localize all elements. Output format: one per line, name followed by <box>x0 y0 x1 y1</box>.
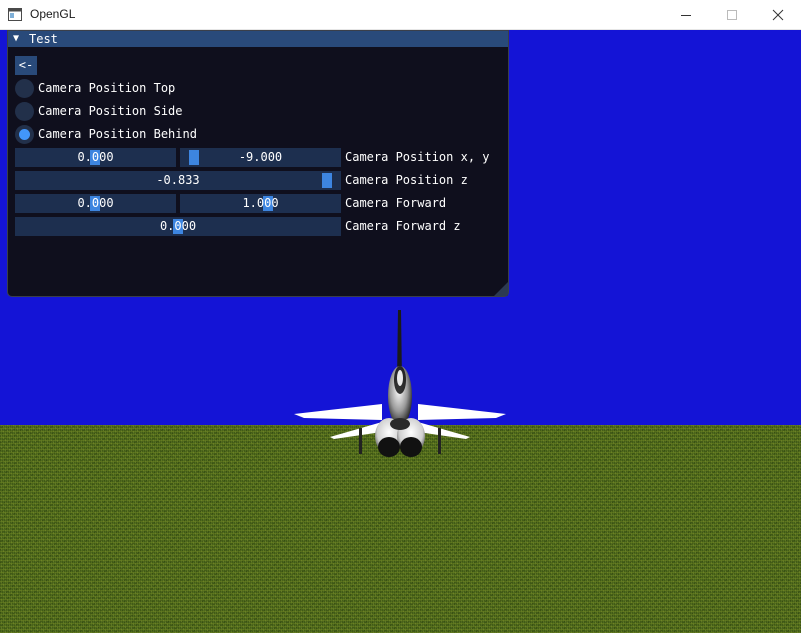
slider-camera-forward-z[interactable]: 0.000 <box>15 217 341 236</box>
label-camera-forward-z: Camera Forward z <box>345 219 461 233</box>
slider-value: 1.000 <box>242 196 279 210</box>
label-camera-position-xy: Camera Position x, y <box>345 150 490 164</box>
radio-selected-dot <box>19 129 30 140</box>
resize-grip[interactable] <box>494 282 508 296</box>
slider-camera-position-z[interactable]: -0.833 <box>15 171 341 190</box>
close-button[interactable] <box>755 0 801 30</box>
radio-camera-side[interactable] <box>15 102 34 121</box>
label-camera-position-z: Camera Position z <box>345 173 468 187</box>
slider-value: -0.833 <box>156 173 200 187</box>
slider-camera-forward-y[interactable]: 1.000 <box>180 194 341 213</box>
slider-value: 0.000 <box>77 150 114 164</box>
app-icon <box>8 8 22 21</box>
slider-value: 0.000 <box>159 219 197 233</box>
slider-value: -9.000 <box>238 150 283 164</box>
imgui-window-title: Test <box>29 32 58 46</box>
minimize-button[interactable] <box>663 0 709 30</box>
radio-label-camera-side: Camera Position Side <box>38 104 183 118</box>
slider-value: 0.000 <box>77 196 114 210</box>
slider-camera-position-y[interactable]: -9.000 <box>180 148 341 167</box>
imgui-title-bar[interactable]: ▼ Test <box>8 31 508 47</box>
label-camera-forward: Camera Forward <box>345 196 447 210</box>
slider-camera-position-x[interactable]: 0.000 <box>15 148 176 167</box>
triangle-down-icon[interactable]: ▼ <box>13 31 19 47</box>
maximize-button[interactable] <box>709 0 755 30</box>
jet-aircraft <box>294 310 506 457</box>
radio-camera-top[interactable] <box>15 79 34 98</box>
radio-label-camera-top: Camera Position Top <box>38 81 176 95</box>
slider-camera-forward-x[interactable]: 0.000 <box>15 194 176 213</box>
back-button[interactable]: <- <box>15 56 37 75</box>
window-title-bar[interactable]: OpenGL <box>0 0 801 30</box>
imgui-window: ▼ Test <- Camera Position Top Camera Pos… <box>7 30 509 297</box>
window-title: OpenGL <box>30 7 76 21</box>
radio-label-camera-behind: Camera Position Behind <box>38 127 197 141</box>
radio-camera-behind[interactable] <box>15 125 34 144</box>
